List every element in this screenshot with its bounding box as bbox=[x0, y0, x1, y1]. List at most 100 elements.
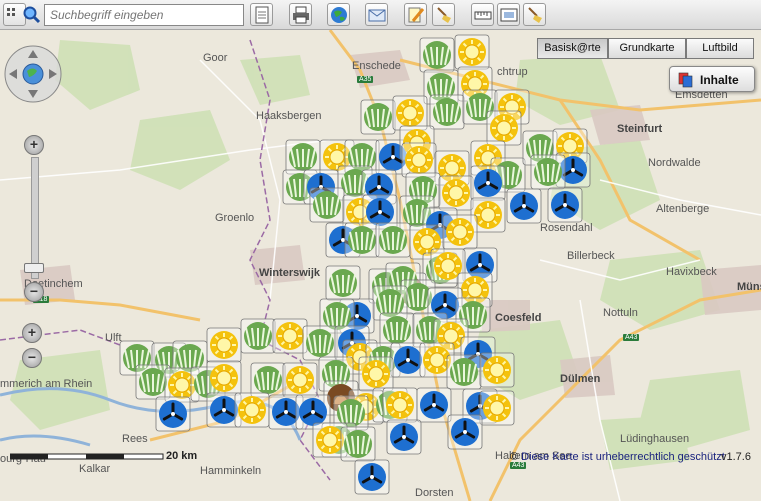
basemap-luftbild-button[interactable]: Luftbild bbox=[686, 38, 754, 59]
area-measure-button[interactable] bbox=[497, 3, 520, 26]
notepad-pencil-icon bbox=[408, 7, 425, 23]
place-label: Billerbeck bbox=[567, 250, 615, 262]
clear-button[interactable] bbox=[432, 3, 455, 26]
biomass-icon[interactable] bbox=[360, 99, 396, 135]
document-icon bbox=[255, 6, 269, 24]
zoom-out-small-button[interactable]: − bbox=[24, 282, 44, 302]
zoom-in-button[interactable]: + bbox=[22, 323, 42, 343]
place-label: Rosendahl bbox=[540, 222, 593, 234]
place-label: Coesfeld bbox=[495, 312, 542, 324]
inhalte-label: Inhalte bbox=[700, 73, 739, 87]
copyright-notice[interactable]: © Diese Karte ist urheberrechtlich gesch… bbox=[510, 451, 725, 463]
printer-icon bbox=[293, 6, 309, 24]
biomass-icon[interactable] bbox=[325, 265, 361, 301]
biomass-icon[interactable] bbox=[250, 362, 286, 398]
copyright-symbol: © bbox=[510, 451, 519, 463]
solar-icon[interactable] bbox=[206, 327, 242, 363]
layers-icon bbox=[678, 72, 693, 88]
inhalte-button[interactable]: Inhalte bbox=[669, 66, 755, 92]
biomass-icon[interactable] bbox=[379, 312, 415, 348]
place-label: chtrup bbox=[497, 66, 528, 78]
biomass-icon[interactable] bbox=[302, 325, 338, 361]
solar-icon[interactable] bbox=[282, 362, 318, 398]
print-button[interactable] bbox=[289, 3, 312, 26]
place-label: Müns bbox=[737, 281, 761, 293]
solar-icon[interactable] bbox=[479, 390, 515, 426]
solar-icon[interactable] bbox=[392, 95, 428, 131]
wind-icon[interactable] bbox=[506, 188, 542, 224]
globe-button[interactable] bbox=[327, 3, 350, 26]
basemap-grundkarte-button[interactable]: Grundkarte bbox=[608, 38, 686, 59]
place-label: mmerich am Rhein bbox=[0, 378, 93, 390]
solar-icon[interactable] bbox=[206, 360, 242, 396]
broom-icon bbox=[437, 7, 451, 23]
biomass-icon[interactable] bbox=[419, 37, 455, 73]
toolbar bbox=[0, 0, 761, 30]
edit-button[interactable] bbox=[404, 3, 427, 26]
wind-icon[interactable] bbox=[547, 187, 583, 223]
biomass-icon[interactable] bbox=[340, 426, 376, 462]
place-label: Ulft bbox=[105, 332, 122, 344]
email-button[interactable] bbox=[365, 3, 388, 26]
place-label: Nordwalde bbox=[648, 157, 701, 169]
biomass-icon[interactable] bbox=[530, 154, 566, 190]
zoom-slider[interactable]: + − bbox=[22, 135, 46, 305]
search-button[interactable] bbox=[20, 3, 43, 26]
solar-icon[interactable] bbox=[272, 318, 308, 354]
scale-label: 20 km bbox=[166, 450, 198, 462]
place-label: Goor bbox=[203, 52, 228, 64]
scale-bar bbox=[10, 453, 164, 460]
biomass-icon[interactable] bbox=[344, 222, 380, 258]
solar-icon[interactable] bbox=[358, 356, 394, 392]
zoom-out-button[interactable]: − bbox=[22, 348, 42, 368]
document-button[interactable] bbox=[250, 3, 273, 26]
biomass-icon[interactable] bbox=[285, 139, 321, 175]
solar-icon[interactable] bbox=[382, 387, 418, 423]
solar-icon[interactable] bbox=[486, 110, 522, 146]
measure-button[interactable] bbox=[471, 3, 494, 26]
wind-icon[interactable] bbox=[470, 165, 506, 201]
ruler-icon bbox=[474, 11, 492, 20]
solar-icon[interactable] bbox=[442, 214, 478, 250]
place-label: Rees bbox=[122, 433, 148, 445]
place-label: Haaksbergen bbox=[256, 110, 322, 122]
basemap-basiskarte-button[interactable]: Basisk@rte bbox=[537, 38, 608, 59]
area-ruler-icon bbox=[500, 8, 518, 22]
solar-icon[interactable] bbox=[479, 352, 515, 388]
biomass-icon[interactable] bbox=[446, 354, 482, 390]
wind-icon[interactable] bbox=[155, 396, 191, 432]
biomass-icon[interactable] bbox=[309, 187, 345, 223]
zoom-track[interactable] bbox=[31, 157, 39, 279]
clear-measure-button[interactable] bbox=[523, 3, 546, 26]
place-label: Enschede bbox=[352, 60, 401, 72]
biomass-icon[interactable] bbox=[375, 222, 411, 258]
place-label: Nottuln bbox=[603, 307, 638, 319]
biomass-icon[interactable] bbox=[240, 318, 276, 354]
copyright-text[interactable]: Diese Karte ist urheberrechtlich geschüt… bbox=[521, 451, 725, 463]
wind-icon[interactable] bbox=[354, 459, 390, 495]
biomass-icon[interactable] bbox=[429, 94, 465, 130]
wind-icon[interactable] bbox=[386, 419, 422, 455]
search-input[interactable] bbox=[44, 4, 244, 26]
solar-icon[interactable] bbox=[438, 175, 474, 211]
place-label: Havixbeck bbox=[666, 266, 717, 278]
road-shield: A35 bbox=[357, 76, 374, 83]
place-label: Kalkar bbox=[79, 463, 111, 475]
zoom-handle[interactable] bbox=[24, 263, 44, 273]
road-shield: A43 bbox=[623, 334, 640, 341]
place-label: Altenberge bbox=[656, 203, 710, 215]
wind-icon[interactable] bbox=[447, 414, 483, 450]
solar-icon[interactable] bbox=[401, 142, 437, 178]
place-label: Winterswijk bbox=[259, 267, 321, 279]
pan-control[interactable] bbox=[3, 44, 63, 104]
globe-icon bbox=[331, 7, 347, 23]
zoom-in-small-button[interactable]: + bbox=[24, 135, 44, 155]
solar-icon[interactable] bbox=[454, 34, 490, 70]
place-label: Steinfurt bbox=[617, 123, 663, 135]
place-label: Lüdinghausen bbox=[620, 433, 690, 445]
wind-icon[interactable] bbox=[416, 387, 452, 423]
solar-icon[interactable] bbox=[234, 392, 270, 428]
map-canvas[interactable] bbox=[0, 0, 761, 501]
road-shield: A43 bbox=[510, 462, 527, 469]
version-label: v1.7.6 bbox=[721, 451, 751, 463]
